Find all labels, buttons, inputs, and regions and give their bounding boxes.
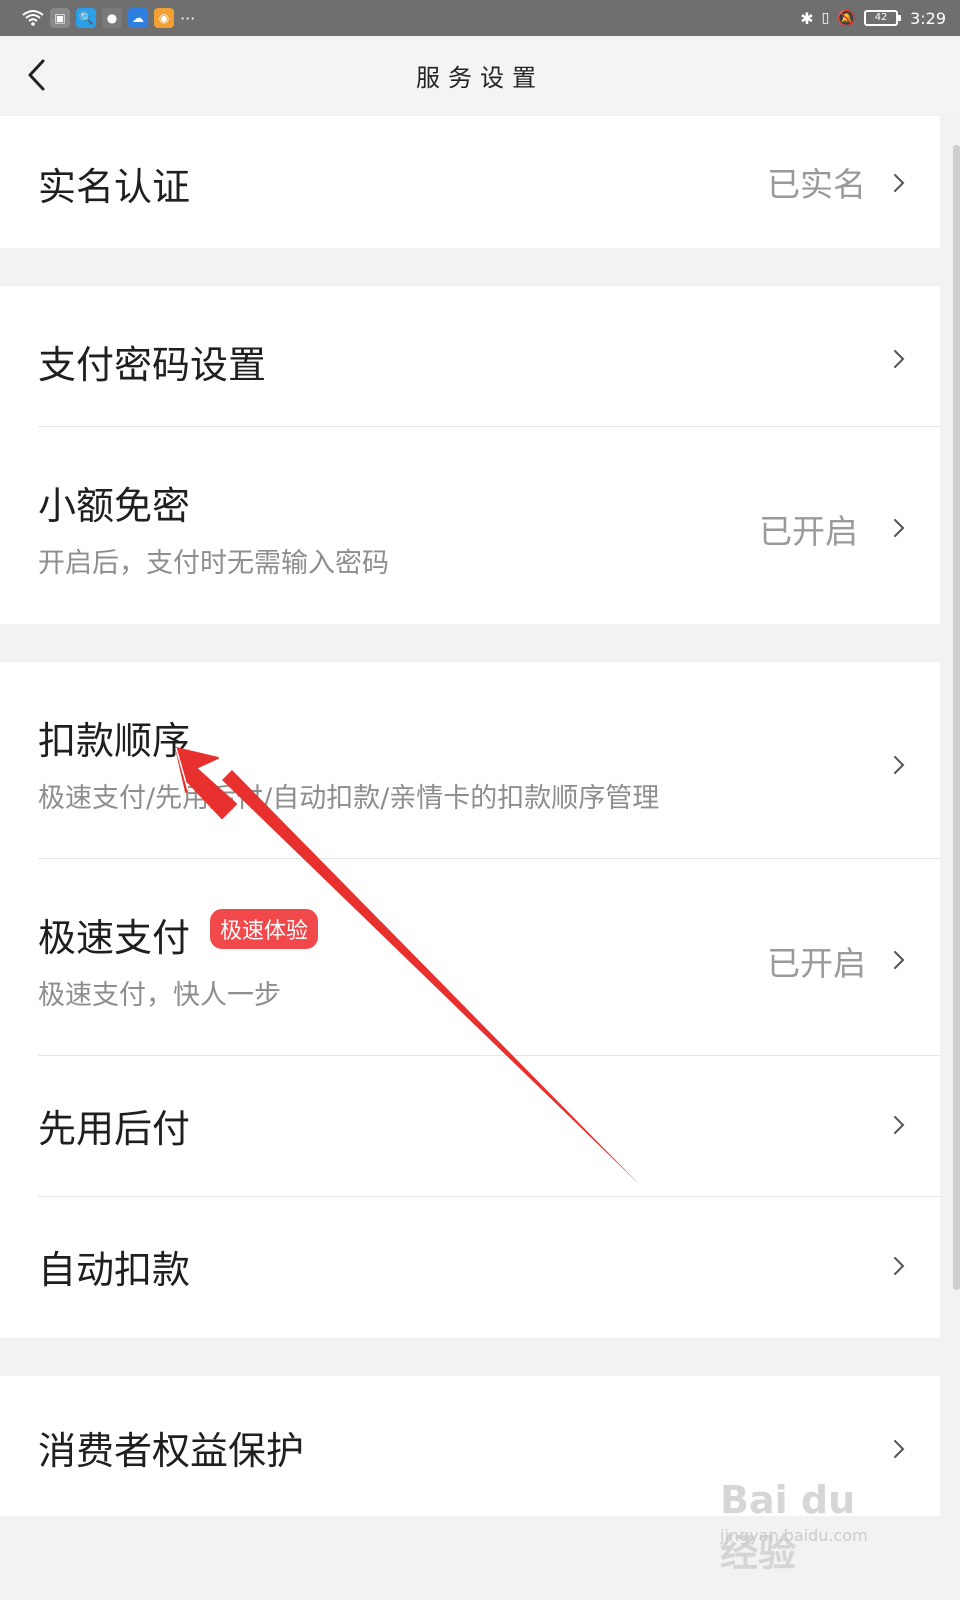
battery-icon: 42 [864,10,902,26]
row-pay-later[interactable]: 先用后付 [0,1056,940,1197]
chevron-right-icon [894,1257,905,1275]
chevron-right-icon [894,1440,905,1458]
watermark: Bai du 经验 jingyan.baidu.com [720,1468,890,1575]
row-title-fast-pay: 极速支付 [38,916,191,960]
bluetooth-icon: ✱ [800,8,814,28]
chevron-right-icon [894,519,905,537]
row-title-auto-deduct: 自动扣款 [38,1248,191,1292]
row-subtitle-deduct-order: 极速支付/先用后付/自动扣款/亲情卡的扣款顺序管理 [38,783,660,814]
row-auto-deduct[interactable]: 自动扣款 [0,1197,940,1338]
chevron-right-icon [894,756,905,774]
scrollbar[interactable] [953,145,960,1290]
row-title-small-free: 小额免密 [38,484,191,528]
chevron-right-icon [894,951,905,969]
row-subtitle-small-free: 开启后，支付时无需输入密码 [38,548,389,579]
page-title: 服务设置 [416,64,544,92]
fast-pay-badge: 极速体验 [210,909,319,949]
wifi-icon [22,10,44,26]
section-password: 支付密码设置 小额免密 开启后，支付时无需输入密码 已开启 [0,286,940,624]
status-bar: ▣ 🔍 ● ☁ ◉ ··· ✱ ▯ 🔕 42 3:29 [0,0,960,36]
row-title-consumer: 消费者权益保护 [38,1429,305,1473]
clock: 3:29 [910,8,946,28]
row-fast-pay[interactable]: 极速支付 极速体验 极速支付，快人一步 已开启 [0,859,940,1056]
row-title-password: 支付密码设置 [38,343,267,387]
row-password[interactable]: 支付密码设置 [0,286,940,427]
status-bar-left: ▣ 🔍 ● ☁ ◉ ··· [22,8,195,28]
chevron-right-icon [894,174,905,192]
wechat-icon: ● [102,8,122,28]
watermark-sub: jingyan.baidu.com [720,1526,868,1545]
row-title-pay-later: 先用后付 [38,1107,191,1151]
row-value-fast-pay: 已开启 [767,944,866,983]
row-title-identity: 实名认证 [38,165,191,209]
row-subtitle-fast-pay: 极速支付，快人一步 [38,980,281,1011]
sim-icon: ▣ [50,8,70,28]
row-value-small-free: 已开启 [759,512,858,551]
row-title-deduct-order: 扣款顺序 [38,719,191,763]
row-deduct-order[interactable]: 扣款顺序 极速支付/先用后付/自动扣款/亲情卡的扣款顺序管理 [0,662,940,859]
section-payment: 扣款顺序 极速支付/先用后付/自动扣款/亲情卡的扣款顺序管理 极速支付 极速体验… [0,662,940,1338]
vibrate-icon: ▯ [821,10,830,26]
mute-icon: 🔕 [837,9,857,27]
row-value-identity: 已实名 [767,165,866,204]
status-bar-right: ✱ ▯ 🔕 42 3:29 [800,9,946,28]
cloud-icon: ☁ [128,8,148,28]
chevron-right-icon [894,350,905,368]
nav-bar: 服务设置 [0,36,960,114]
section-identity: 实名认证 已实名 [0,116,940,248]
row-identity[interactable]: 实名认证 已实名 [0,116,940,248]
more-notifications: ··· [180,8,196,28]
search-app-icon: 🔍 [76,8,96,28]
row-small-free[interactable]: 小额免密 开启后，支付时无需输入密码 已开启 [0,427,940,624]
chevron-right-icon [894,1116,905,1134]
weibo-icon: ◉ [154,8,174,28]
battery-level: 42 [874,12,888,23]
